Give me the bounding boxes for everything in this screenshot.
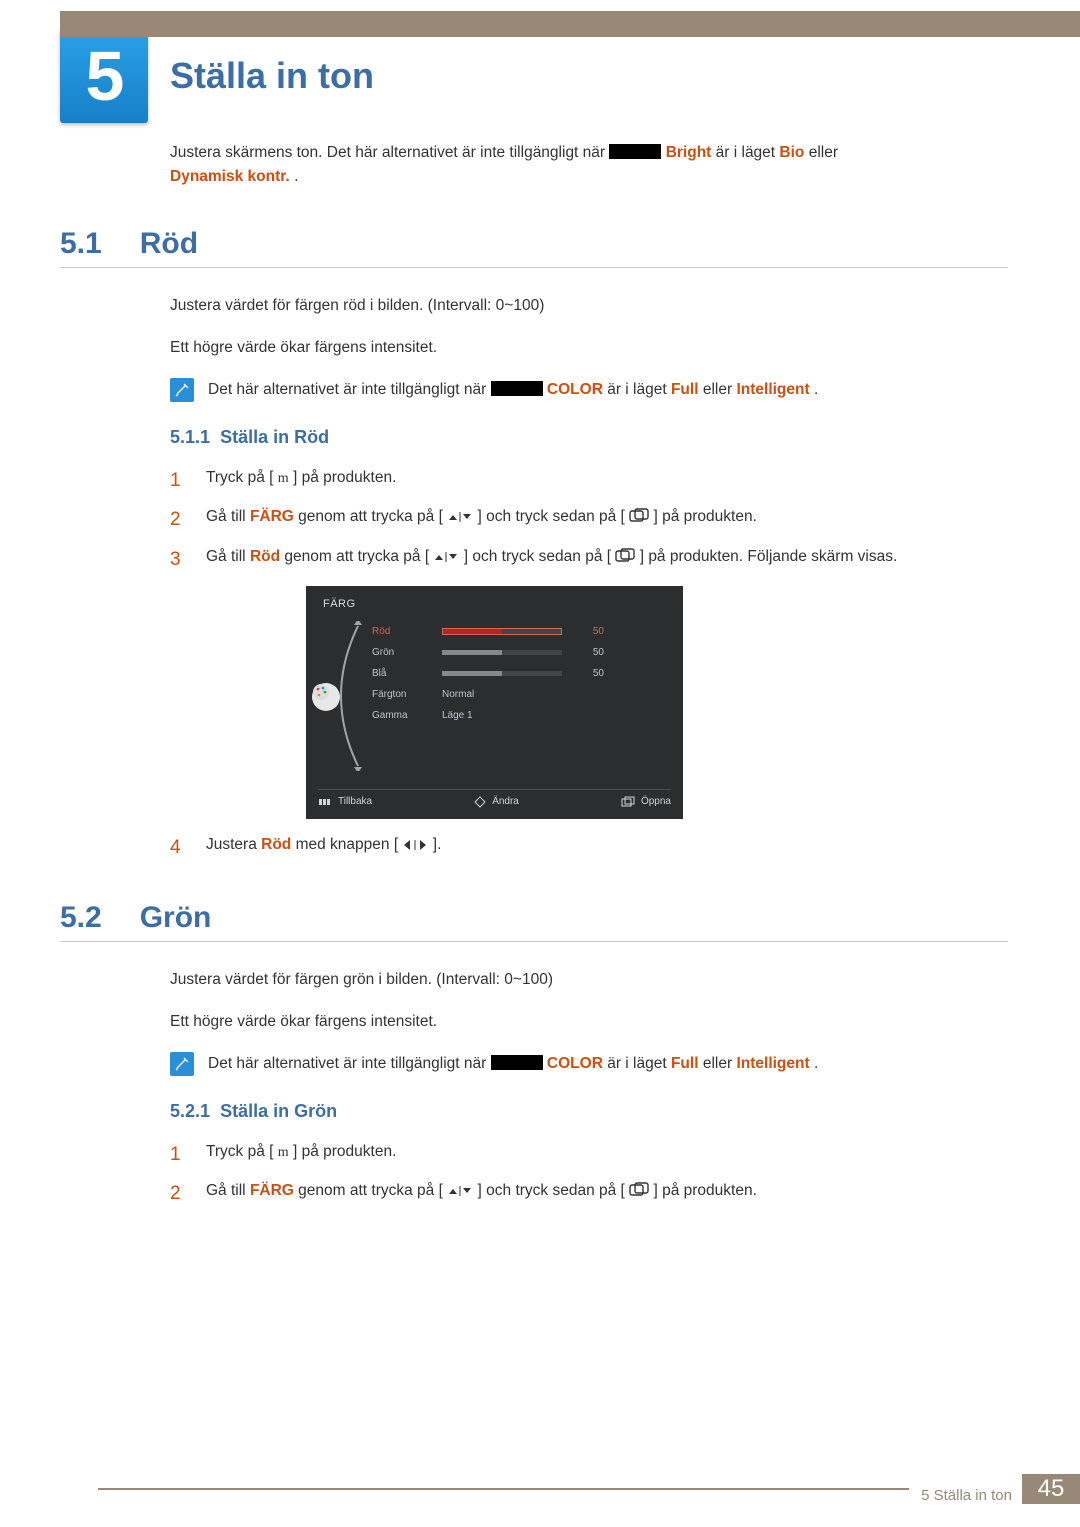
step-number: 2 [170, 1179, 188, 1208]
subsection-title: 5.1.1 Ställa in Röd [170, 424, 1008, 452]
enter-icon [615, 548, 635, 564]
footer-text: 5 Ställa in ton [909, 1487, 1022, 1504]
note-box: Det här alternativet är inte tillgänglig… [170, 1052, 1008, 1076]
osd-row-gamma: Gamma Läge 1 [372, 705, 671, 726]
up-down-icon [447, 510, 473, 524]
left-right-icon [402, 838, 428, 852]
note-text: Det här alternativet är inte tillgänglig… [208, 1052, 818, 1076]
osd-open: Öppna [621, 794, 671, 810]
section-5-2: 5.2 Grön Justera värdet för färgen grön … [60, 901, 1008, 1209]
osd-footer: Tillbaka Ändra Öppna [318, 789, 671, 809]
footer-rule [98, 1474, 909, 1490]
top-accent-bar [60, 11, 1080, 37]
menu-key-icon: m [278, 1145, 289, 1160]
section-title: Grön [140, 901, 212, 935]
osd-back: Tillbaka [318, 794, 372, 810]
chapter-intro: Justera skärmens ton. Det här alternativ… [170, 141, 1008, 189]
osd-row-green: Grön 50 [372, 642, 671, 663]
chapter-header: 5 Ställa in ton [60, 28, 1008, 123]
enter-icon [629, 508, 649, 524]
step-1: 1 Tryck på [ m ] på produkten. [170, 1140, 1008, 1169]
footer-page-number: 45 [1022, 1474, 1080, 1504]
note-text: Det här alternativet är inte tillgänglig… [208, 378, 818, 402]
step-number: 2 [170, 505, 188, 534]
section-p1: Justera värdet för färgen grön i bilden.… [170, 968, 1008, 992]
intro-bright: Bright [666, 144, 712, 161]
section-number: 5.1 [60, 227, 102, 261]
step-2: 2 Gå till FÄRG genom att trycka på [ ] o… [170, 505, 1008, 534]
section-p2: Ett högre värde ökar färgens intensitet. [170, 1010, 1008, 1034]
osd-change: Ändra [474, 794, 519, 810]
osd-row-blue: Blå 50 [372, 663, 671, 684]
note-box: Det här alternativet är inte tillgänglig… [170, 378, 1008, 402]
step-number: 1 [170, 1140, 188, 1169]
section-p2: Ett högre värde ökar färgens intensitet. [170, 336, 1008, 360]
intro-text: . [294, 168, 298, 185]
step-number: 1 [170, 466, 188, 495]
enter-icon [629, 1182, 649, 1198]
section-p1: Justera värdet för färgen röd i bilden. … [170, 294, 1008, 318]
section-number: 5.2 [60, 901, 102, 935]
intro-text: Justera skärmens ton. Det här alternativ… [170, 144, 609, 161]
intro-text: är i läget [716, 144, 780, 161]
note-icon [170, 1052, 194, 1076]
osd-row-tone: Färgton Normal [372, 684, 671, 705]
section-title: Röd [140, 227, 198, 261]
osd-screenshot: FÄRG Röd [306, 586, 683, 819]
step-2: 2 Gå till FÄRG genom att trycka på [ ] o… [170, 1179, 1008, 1208]
subsection-title: 5.2.1 Ställa in Grön [170, 1098, 1008, 1126]
intro-text: eller [809, 144, 838, 161]
redacted-chip [609, 144, 661, 159]
redacted-chip [491, 381, 543, 396]
step-4: 4 Justera Röd med knappen [ ]. [170, 833, 1008, 862]
intro-dynkontr: Dynamisk kontr. [170, 168, 290, 185]
osd-scroll-curve [318, 621, 372, 771]
page-footer: 5 Ställa in ton 45 [98, 1474, 1080, 1504]
step-3: 3 Gå till Röd genom att trycka på [ ] oc… [170, 545, 1008, 574]
up-down-icon [447, 1184, 473, 1198]
step-number: 3 [170, 545, 188, 574]
step-1: 1 Tryck på [ m ] på produkten. [170, 466, 1008, 495]
note-icon [170, 378, 194, 402]
section-5-1: 5.1 Röd Justera värdet för färgen röd i … [60, 227, 1008, 863]
chapter-title: Ställa in ton [170, 55, 374, 97]
intro-bio: Bio [779, 144, 804, 161]
osd-row-red: Röd 50 [372, 621, 671, 642]
menu-key-icon: m [278, 471, 289, 486]
osd-title: FÄRG [323, 596, 671, 613]
step-number: 4 [170, 833, 188, 862]
redacted-chip [491, 1055, 543, 1070]
chapter-number-box: 5 [60, 28, 148, 123]
up-down-icon [433, 550, 459, 564]
